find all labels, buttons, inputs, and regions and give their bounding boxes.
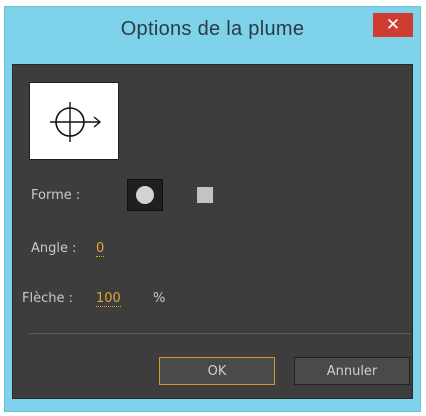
square-brush-icon <box>197 187 213 203</box>
title-bar[interactable]: Options de la plume ✕ <box>5 7 420 57</box>
divider <box>29 333 411 334</box>
angle-value[interactable]: 0 <box>96 241 105 257</box>
round-shape-button[interactable] <box>127 179 163 211</box>
arrow-label: Flèche : <box>22 291 73 306</box>
crosshair-arrow-icon <box>50 102 102 142</box>
square-shape-button[interactable] <box>193 183 217 207</box>
arrow-unit: % <box>153 291 166 306</box>
dialog-title: Options de la plume <box>120 18 305 40</box>
dialog-content: Forme : Angle : 0 Flèche : 100 % OK Annu… <box>12 64 413 399</box>
angle-label: Angle : <box>31 241 77 256</box>
shape-label: Forme : <box>31 188 81 203</box>
close-button[interactable]: ✕ <box>373 13 413 37</box>
arrow-value[interactable]: 100 <box>96 291 121 307</box>
close-icon: ✕ <box>385 15 401 35</box>
ok-button[interactable]: OK <box>159 357 275 385</box>
dialog-window: Options de la plume ✕ Forme : Angle : 0 … <box>4 6 421 412</box>
round-brush-icon <box>136 186 154 204</box>
brush-preview <box>29 82 119 160</box>
cancel-button[interactable]: Annuler <box>294 357 410 385</box>
